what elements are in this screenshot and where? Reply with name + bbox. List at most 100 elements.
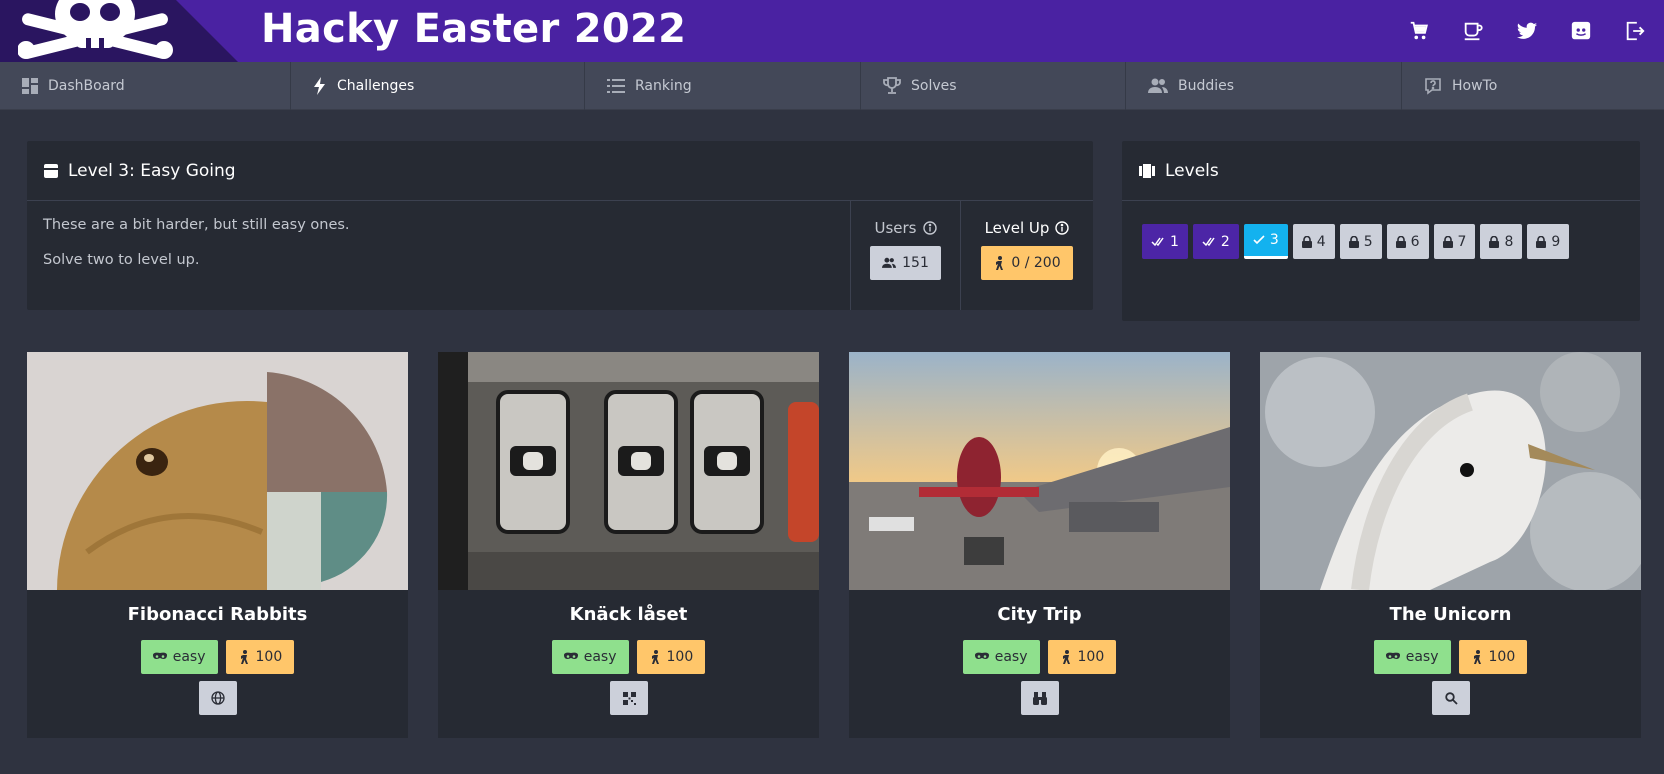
level-number: 5 (1363, 233, 1373, 250)
level-button-6[interactable]: 6 (1386, 224, 1429, 259)
nav-buddies[interactable]: Buddies (1126, 62, 1402, 110)
coffee-icon[interactable] (1456, 14, 1490, 48)
mask-icon (563, 652, 578, 659)
level-number: 9 (1551, 233, 1561, 250)
category-badge[interactable] (610, 681, 648, 715)
help-icon (1425, 78, 1441, 95)
level-number: 7 (1457, 233, 1467, 250)
category-badge[interactable] (199, 681, 237, 715)
level-button-5[interactable]: 5 (1339, 224, 1382, 259)
level-description: These are a bit harder, but still easy o… (43, 217, 350, 233)
challenge-image-combination-lock (438, 352, 819, 590)
challenge-card-city-trip[interactable]: City Trip easy 100 (849, 352, 1230, 738)
challenge-title: Fibonacci Rabbits (127, 604, 308, 625)
level-button-9[interactable]: 9 (1527, 224, 1570, 259)
nav-label: Ranking (635, 78, 692, 94)
levels-icon (1139, 163, 1155, 178)
lock-icon (1348, 235, 1359, 248)
level-number: 8 (1504, 233, 1514, 250)
double-check-icon (1151, 237, 1164, 246)
challenge-card-fibonacci-rabbits[interactable]: Fibonacci Rabbits easy 100 (27, 352, 408, 738)
levelup-value: 0 / 200 (1011, 255, 1061, 271)
nav-label: Solves (911, 78, 957, 94)
difficulty-label: easy (994, 649, 1028, 665)
level-button-1[interactable]: 1 (1142, 224, 1188, 259)
users-count: 151 (902, 255, 929, 271)
users-stat: Users 151 (850, 201, 960, 310)
difficulty-label: easy (583, 649, 617, 665)
lock-icon (1536, 235, 1547, 248)
nav-label: Challenges (337, 78, 415, 94)
points-label: 100 (255, 649, 283, 665)
level-button-3[interactable]: 3 (1243, 224, 1288, 259)
points-badge: 100 (636, 640, 706, 674)
runner-icon (240, 650, 248, 664)
challenge-title: The Unicorn (1389, 604, 1512, 625)
nav-ranking[interactable]: Ranking (585, 62, 861, 110)
nav-dashboard[interactable]: DashBoard (0, 62, 291, 110)
nav-howto[interactable]: HowTo (1402, 62, 1664, 110)
level-number: 2 (1220, 233, 1230, 250)
difficulty-label: easy (172, 649, 206, 665)
challenge-card-knack-laset[interactable]: Knäck låset easy 100 (438, 352, 819, 738)
level-instructions: Solve two to level up. (43, 252, 200, 268)
users-count-badge: 151 (870, 246, 941, 280)
challenge-image-airport (849, 352, 1230, 590)
mask-icon (1385, 652, 1400, 659)
main-nav: DashBoard Challenges Ranking Solves Budd… (0, 62, 1664, 110)
shop-icon[interactable] (1402, 14, 1436, 48)
difficulty-badge: easy (962, 640, 1040, 674)
lock-icon (1395, 235, 1406, 248)
nav-label: Buddies (1178, 78, 1235, 94)
level-button-7[interactable]: 7 (1433, 224, 1476, 259)
level-button-4[interactable]: 4 (1292, 224, 1335, 259)
level-button-2[interactable]: 2 (1192, 224, 1239, 259)
trophy-icon (883, 77, 901, 94)
qr-icon (622, 691, 636, 705)
points-badge: 100 (1458, 640, 1528, 674)
info-icon[interactable] (1055, 221, 1070, 235)
users-label: Users (874, 219, 917, 237)
points-label: 100 (1488, 649, 1516, 665)
runner-icon (1473, 650, 1481, 664)
level-title: Level 3: Easy Going (68, 160, 236, 181)
lock-icon (1442, 235, 1453, 248)
nav-challenges[interactable]: Challenges (291, 62, 585, 110)
difficulty-badge: easy (551, 640, 629, 674)
lock-icon (1301, 235, 1312, 248)
binoculars-icon (1033, 691, 1047, 705)
challenge-title: City Trip (997, 604, 1082, 625)
levelup-progress-badge: 0 / 200 (981, 246, 1073, 280)
levels-title: Levels (1165, 160, 1219, 181)
twitter-icon[interactable] (1510, 14, 1544, 48)
discord-icon[interactable] (1564, 14, 1598, 48)
check-icon (1253, 235, 1265, 245)
level-number: 6 (1410, 233, 1420, 250)
challenge-title: Knäck låset (569, 604, 688, 625)
list-icon (607, 79, 625, 93)
difficulty-badge: easy (140, 640, 218, 674)
mask-icon (152, 652, 167, 659)
logout-icon[interactable] (1618, 14, 1652, 48)
info-icon[interactable] (922, 221, 937, 235)
site-title: Hacky Easter 2022 (261, 6, 687, 52)
level-button-8[interactable]: 8 (1480, 224, 1523, 259)
category-badge[interactable] (1021, 681, 1059, 715)
level-number: 4 (1316, 233, 1326, 250)
people-icon (882, 257, 897, 268)
category-badge[interactable] (1432, 681, 1470, 715)
points-badge: 100 (1047, 640, 1117, 674)
points-label: 100 (1077, 649, 1105, 665)
levels-panel: Levels 1 2 3 4 5 6 7 8 9 (1122, 141, 1640, 321)
lightning-icon (314, 77, 325, 95)
skull-logo[interactable] (0, 0, 238, 62)
level-number: 1 (1170, 233, 1179, 250)
levelup-stat: Level Up 0 / 200 (960, 201, 1093, 310)
points-label: 100 (666, 649, 694, 665)
runner-icon (996, 256, 1004, 270)
nav-solves[interactable]: Solves (861, 62, 1126, 110)
top-header: Hacky Easter 2022 (0, 0, 1664, 62)
challenge-image-unicorn (1260, 352, 1641, 590)
challenge-card-the-unicorn[interactable]: The Unicorn easy 100 (1260, 352, 1641, 738)
level-number: 3 (1269, 232, 1279, 248)
